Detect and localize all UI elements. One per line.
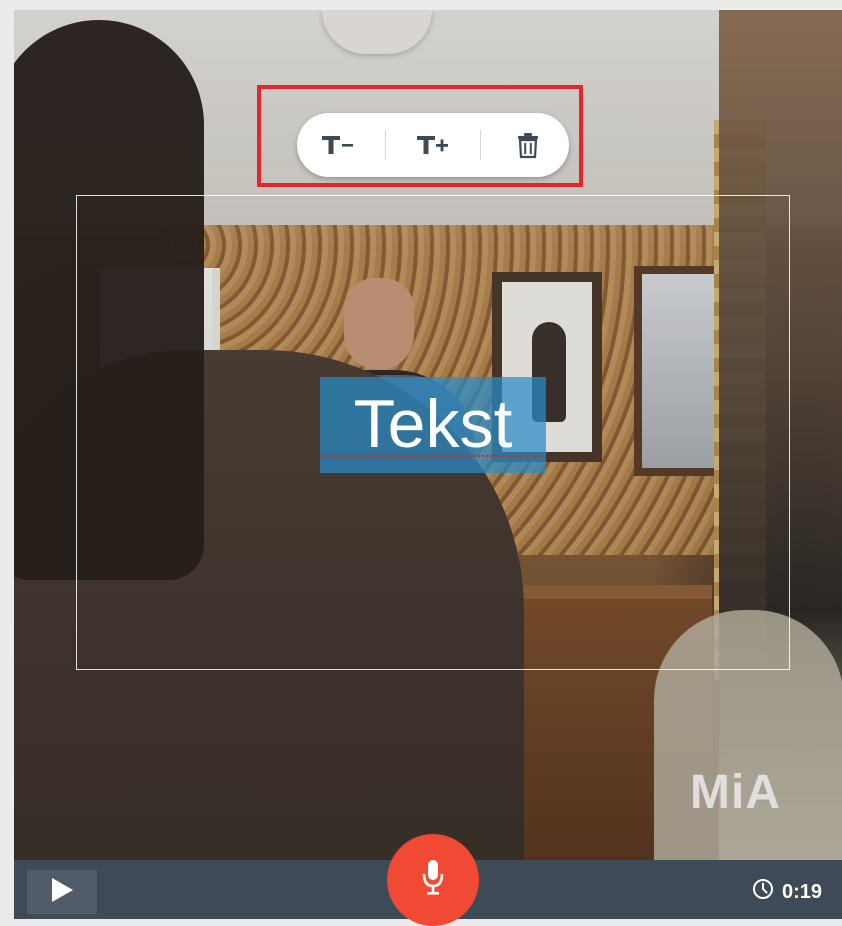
text-size-increase-icon (415, 132, 451, 158)
toolbar-divider (385, 130, 387, 160)
decrease-text-size-button[interactable] (302, 120, 374, 170)
time-value: 0:19 (782, 880, 823, 903)
toolbar-divider (479, 130, 481, 160)
clock-icon (752, 878, 774, 906)
increase-text-size-button[interactable] (397, 120, 469, 170)
caption-text[interactable]: Tekst (320, 377, 546, 473)
text-size-decrease-icon (320, 132, 356, 158)
watermark-logo: MiA (690, 766, 781, 819)
record-button[interactable] (387, 834, 479, 926)
spellcheck-underline (322, 455, 544, 457)
trash-icon (516, 131, 540, 159)
elapsed-time: 0:19 (752, 870, 822, 914)
play-icon (49, 876, 75, 909)
text-toolbar (297, 113, 569, 177)
play-button[interactable] (27, 870, 97, 914)
microphone-icon (420, 858, 446, 903)
delete-text-button[interactable] (492, 120, 564, 170)
